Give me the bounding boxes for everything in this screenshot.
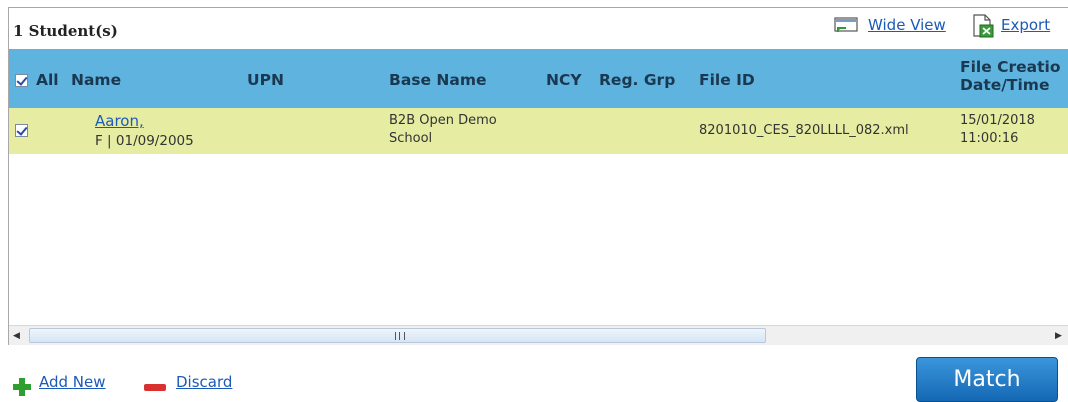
students-grid-panel: 1 Student(s) Wide View Export All Name U…	[8, 7, 1068, 345]
base-name-line1: B2B Open Demo	[389, 113, 497, 128]
scrollbar-thumb[interactable]	[29, 328, 766, 343]
table-row[interactable]: Aaron, F | 01/09/2005 B2B Open Demo Scho…	[9, 108, 1068, 154]
discard-icon[interactable]	[143, 380, 167, 394]
col-file-creation-line1: File Creatio	[960, 58, 1061, 76]
col-upn[interactable]: UPN	[247, 71, 284, 89]
horizontal-scrollbar[interactable]: ◀ ▶	[9, 325, 1068, 345]
export-icon[interactable]	[972, 14, 994, 38]
col-file-creation[interactable]: File Creatio Date/Time	[960, 58, 1061, 94]
file-date: 15/01/2018	[960, 113, 1035, 128]
col-ncy[interactable]: NCY	[546, 71, 582, 89]
row-checkbox[interactable]	[15, 124, 28, 137]
wide-view-link[interactable]: Wide View	[868, 16, 946, 34]
student-name-link[interactable]: Aaron,	[95, 112, 144, 130]
match-button[interactable]: Match	[916, 357, 1058, 402]
file-time: 11:00:16	[960, 131, 1019, 146]
col-file-id[interactable]: File ID	[699, 71, 755, 89]
add-new-link[interactable]: Add New	[39, 373, 106, 391]
add-icon[interactable]	[12, 377, 32, 397]
file-id-cell: 8201010_CES_820LLLL_082.xml	[699, 123, 909, 138]
date-time-cell: 15/01/2018 11:00:16	[960, 112, 1035, 148]
student-gender-dob: F | 01/09/2005	[95, 133, 194, 149]
col-file-creation-line2: Date/Time	[960, 76, 1050, 94]
grid-titlebar: 1 Student(s) Wide View Export	[9, 8, 1068, 48]
table-header: All Name UPN Base Name NCY Reg. Grp File…	[9, 49, 1068, 108]
col-all: All	[36, 71, 59, 89]
scroll-left-icon[interactable]: ◀	[13, 331, 20, 341]
student-count: 1 Student(s)	[13, 22, 118, 40]
base-name-cell: B2B Open Demo School	[389, 112, 497, 148]
export-link[interactable]: Export	[1001, 16, 1050, 34]
scrollbar-grip-icon	[395, 332, 405, 340]
col-reg-grp[interactable]: Reg. Grp	[599, 71, 675, 89]
wide-view-icon[interactable]	[834, 17, 858, 35]
student-name-cell: Aaron, F | 01/09/2005	[95, 112, 218, 151]
select-all-checkbox[interactable]	[15, 74, 28, 87]
col-base-name[interactable]: Base Name	[389, 71, 487, 89]
base-name-line2: School	[389, 131, 433, 146]
scroll-right-icon[interactable]: ▶	[1055, 331, 1062, 341]
col-name[interactable]: Name	[71, 71, 121, 89]
discard-link[interactable]: Discard	[176, 373, 232, 391]
